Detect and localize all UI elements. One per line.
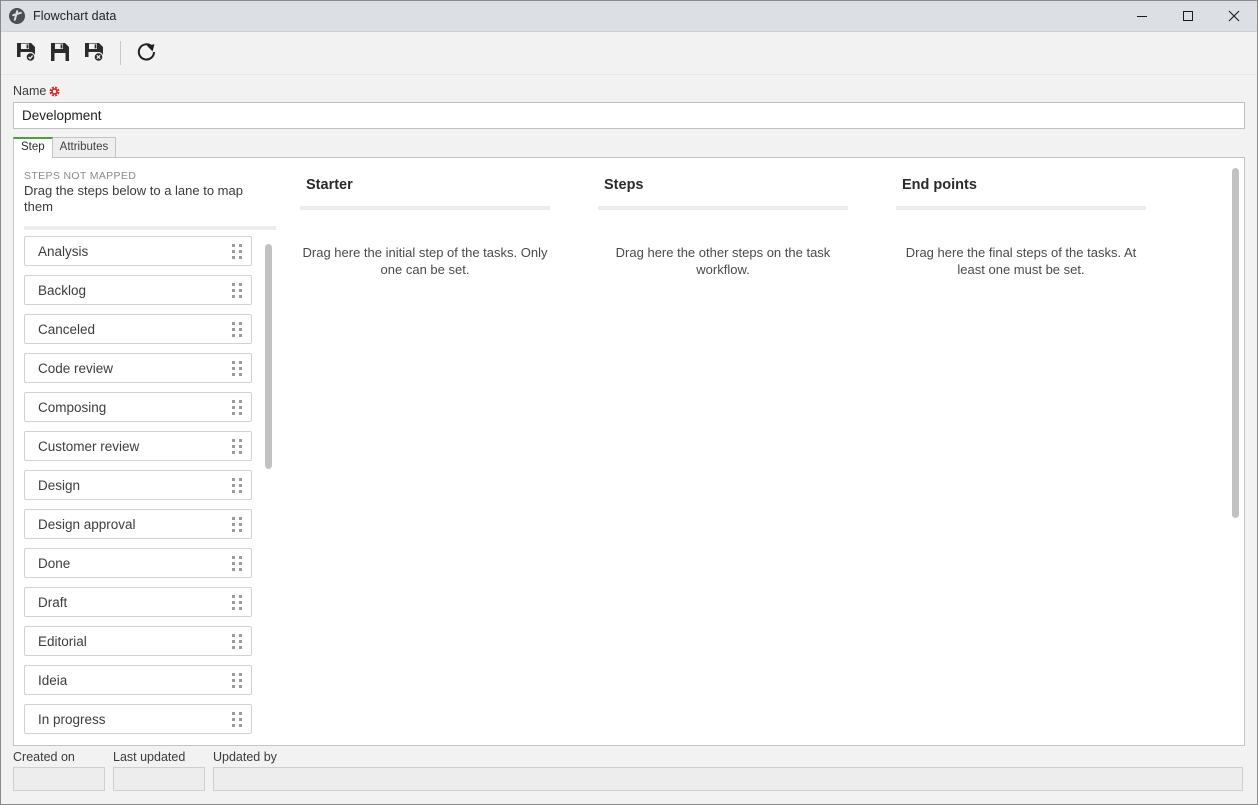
step-item-label: Design approval xyxy=(38,516,136,532)
step-item[interactable]: Design xyxy=(24,470,252,500)
window-controls xyxy=(1119,1,1257,31)
lane-steps[interactable]: Steps Drag here the other steps on the t… xyxy=(598,170,872,745)
drag-handle-icon[interactable] xyxy=(232,243,243,259)
flowchart-data-window: Flowchart data Name Development Step Att… xyxy=(0,0,1258,805)
lane-hint: Drag here the final steps of the tasks. … xyxy=(905,245,1137,277)
steps-not-mapped-heading: STEPS NOT MAPPED xyxy=(24,170,137,182)
refresh-button[interactable] xyxy=(130,36,164,70)
record-metadata-bar: Created on Last updated Updated by xyxy=(1,746,1257,804)
lane-starter[interactable]: Starter Drag here the initial step of th… xyxy=(300,170,574,745)
lane-title: Steps xyxy=(604,177,644,193)
refresh-icon xyxy=(135,40,159,67)
tab-step[interactable]: Step xyxy=(13,137,53,158)
step-item[interactable]: Code review xyxy=(24,353,252,383)
toolbar-separator xyxy=(120,41,121,65)
step-item-label: Editorial xyxy=(38,633,87,649)
globe-icon xyxy=(9,8,25,24)
step-item[interactable]: Done xyxy=(24,548,252,578)
step-item[interactable]: Editorial xyxy=(24,626,252,656)
lane-title: End points xyxy=(902,177,977,193)
step-item[interactable]: Ideia xyxy=(24,665,252,695)
floppy-disk-close-icon xyxy=(83,41,105,66)
step-item[interactable]: Design approval xyxy=(24,509,252,539)
steps-not-mapped-column: STEPS NOT MAPPED Drag the steps below to… xyxy=(14,158,276,745)
tab-bar: Step Attributes xyxy=(13,137,1257,158)
step-item[interactable]: Composing xyxy=(24,392,252,422)
step-mapping-panel: STEPS NOT MAPPED Drag the steps below to… xyxy=(13,157,1245,746)
tab-attributes[interactable]: Attributes xyxy=(51,137,117,157)
lane-end-points[interactable]: End points Drag here the final steps of … xyxy=(896,170,1170,745)
step-item-label: Composing xyxy=(38,399,107,415)
drag-handle-icon[interactable] xyxy=(232,321,243,337)
name-label: Name xyxy=(13,84,47,98)
scrollbar-thumb[interactable] xyxy=(1232,168,1239,518)
name-field-group: Name xyxy=(1,75,1257,129)
name-label-line: Name xyxy=(13,83,1243,99)
drag-handle-icon[interactable] xyxy=(232,555,243,571)
floppy-disk-new-icon xyxy=(15,41,37,66)
save-button[interactable] xyxy=(43,36,77,70)
step-item[interactable]: Backlog xyxy=(24,275,252,305)
unmapped-steps-list: Analysis Backlog Canceled Code review Compos… xyxy=(24,236,276,745)
drag-handle-icon[interactable] xyxy=(232,360,243,376)
updated-by-field: Updated by xyxy=(213,750,1243,791)
required-asterisk-icon xyxy=(49,86,60,97)
drag-handle-icon[interactable] xyxy=(232,711,243,727)
step-item[interactable]: In progress xyxy=(24,704,252,734)
lane-hint: Drag here the other steps on the task wo… xyxy=(615,245,831,277)
floppy-disk-icon xyxy=(49,41,71,66)
step-item-label: Customer review xyxy=(38,438,140,454)
step-item-label: Design xyxy=(38,477,81,493)
lane-hint: Drag here the initial step of the tasks.… xyxy=(302,245,548,277)
save-and-close-button[interactable] xyxy=(77,36,111,70)
step-item-label: In progress xyxy=(38,711,106,727)
close-icon[interactable] xyxy=(1211,1,1257,31)
step-item[interactable]: Analysis xyxy=(24,236,252,266)
drag-handle-icon[interactable] xyxy=(232,438,243,454)
title-bar: Flowchart data xyxy=(1,1,1257,32)
lane-divider xyxy=(598,206,848,210)
last-updated-label: Last updated xyxy=(113,750,186,764)
step-item-label: Backlog xyxy=(38,282,87,298)
step-item-label: Canceled xyxy=(38,321,96,337)
lane-title: Starter xyxy=(306,177,353,193)
drag-handle-icon[interactable] xyxy=(232,594,243,610)
drag-handle-icon[interactable] xyxy=(232,399,243,415)
lane-divider xyxy=(896,206,1146,210)
lanes-area: Starter Drag here the initial step of th… xyxy=(276,158,1244,745)
unmapped-steps-scrollbar[interactable] xyxy=(265,244,272,729)
lane-divider xyxy=(300,206,550,210)
created-on-field: Created on xyxy=(13,750,105,791)
created-on-label: Created on xyxy=(13,750,75,764)
step-item-label: Ideia xyxy=(38,672,68,688)
name-input[interactable] xyxy=(13,102,1245,129)
step-item-label: Code review xyxy=(38,360,114,376)
step-item[interactable]: Canceled xyxy=(24,314,252,344)
drag-handle-icon[interactable] xyxy=(232,477,243,493)
step-item-label: Done xyxy=(38,555,71,571)
drag-handle-icon[interactable] xyxy=(232,516,243,532)
updated-by-label: Updated by xyxy=(213,750,277,764)
maximize-icon[interactable] xyxy=(1165,1,1211,31)
lanes-scrollbar[interactable] xyxy=(1232,168,1239,735)
created-on-input xyxy=(13,767,105,791)
drag-handle-icon[interactable] xyxy=(232,633,243,649)
drag-handle-icon[interactable] xyxy=(232,672,243,688)
last-updated-field: Last updated xyxy=(113,750,205,791)
last-updated-input xyxy=(113,767,205,791)
steps-not-mapped-divider xyxy=(24,226,276,230)
step-item[interactable]: Draft xyxy=(24,587,252,617)
step-item-label: Draft xyxy=(38,594,68,610)
steps-not-mapped-subtitle: Drag the steps below to a lane to map th… xyxy=(24,183,243,214)
toolbar xyxy=(1,32,1257,75)
step-item[interactable]: Customer review xyxy=(24,431,252,461)
window-title: Flowchart data xyxy=(33,9,117,23)
save-new-button[interactable] xyxy=(9,36,43,70)
drag-handle-icon[interactable] xyxy=(232,282,243,298)
minimize-icon[interactable] xyxy=(1119,1,1165,31)
step-item-label: Analysis xyxy=(38,243,89,259)
updated-by-input xyxy=(213,767,1243,791)
scrollbar-thumb[interactable] xyxy=(265,244,272,469)
